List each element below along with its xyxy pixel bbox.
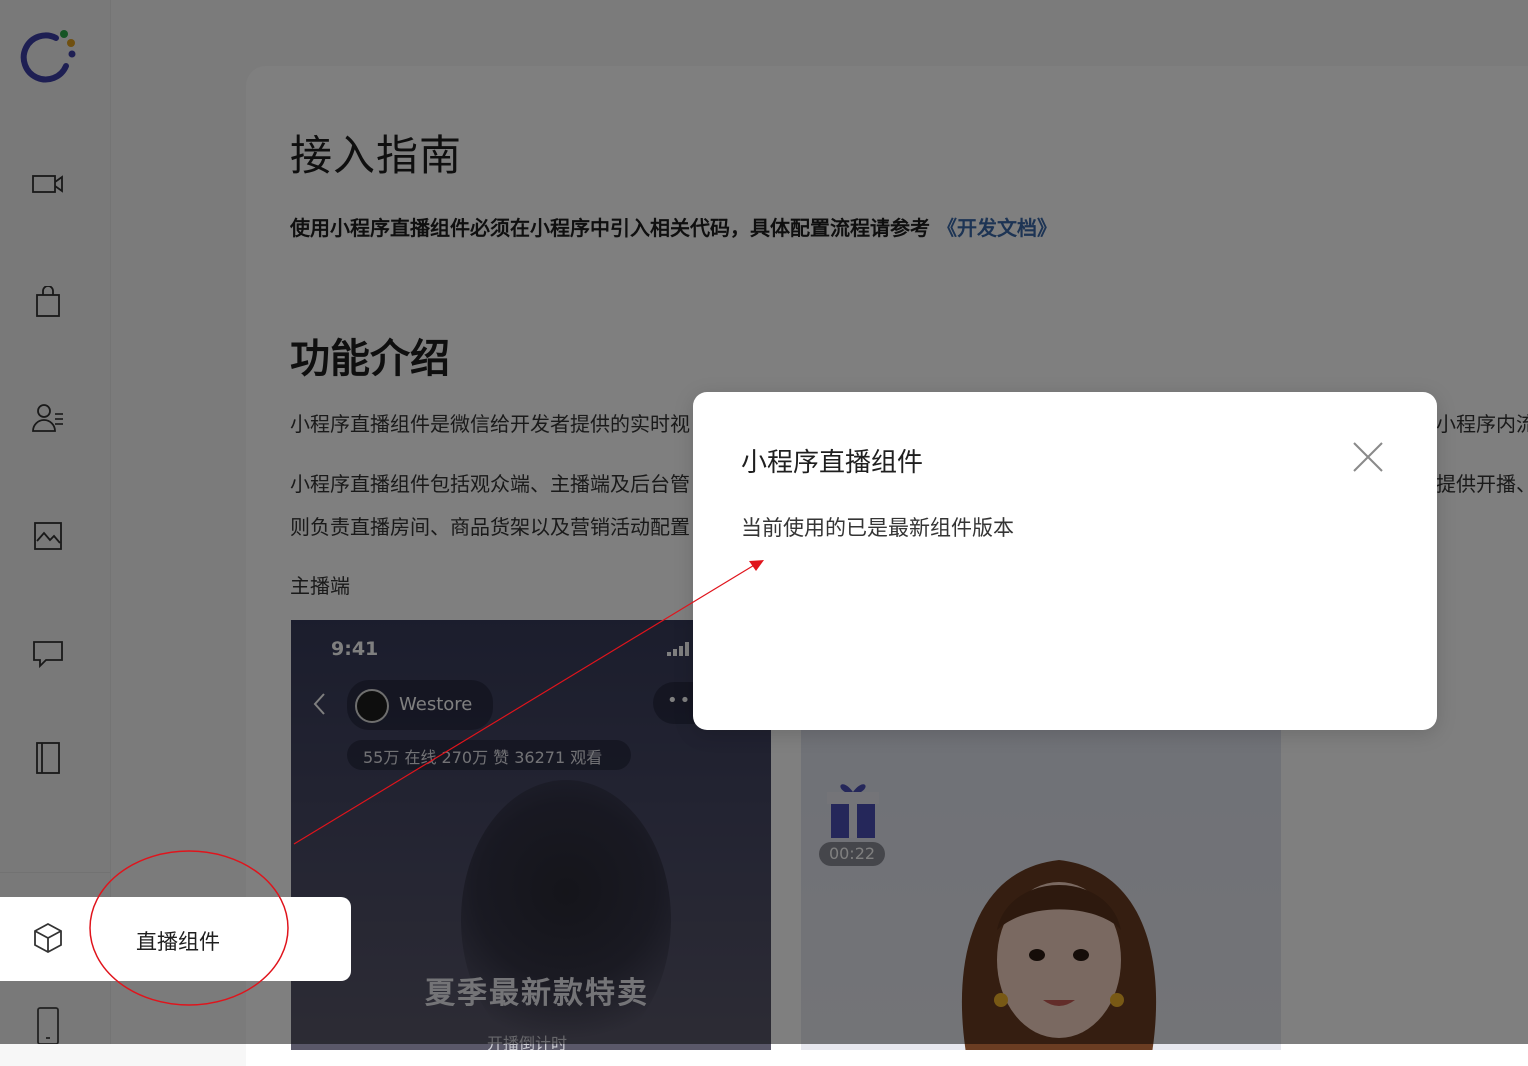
tablet-icon[interactable] bbox=[30, 1004, 66, 1044]
dialog-title: 小程序直播组件 bbox=[741, 448, 924, 478]
component-dialog: 小程序直播组件 当前使用的已是最新组件版本 bbox=[693, 392, 1437, 730]
cube-icon[interactable] bbox=[30, 920, 66, 956]
sidebar-tooltip-label[interactable]: 直播组件 bbox=[136, 926, 220, 956]
close-icon[interactable] bbox=[1351, 440, 1385, 474]
dialog-message: 当前使用的已是最新组件版本 bbox=[741, 516, 1014, 540]
